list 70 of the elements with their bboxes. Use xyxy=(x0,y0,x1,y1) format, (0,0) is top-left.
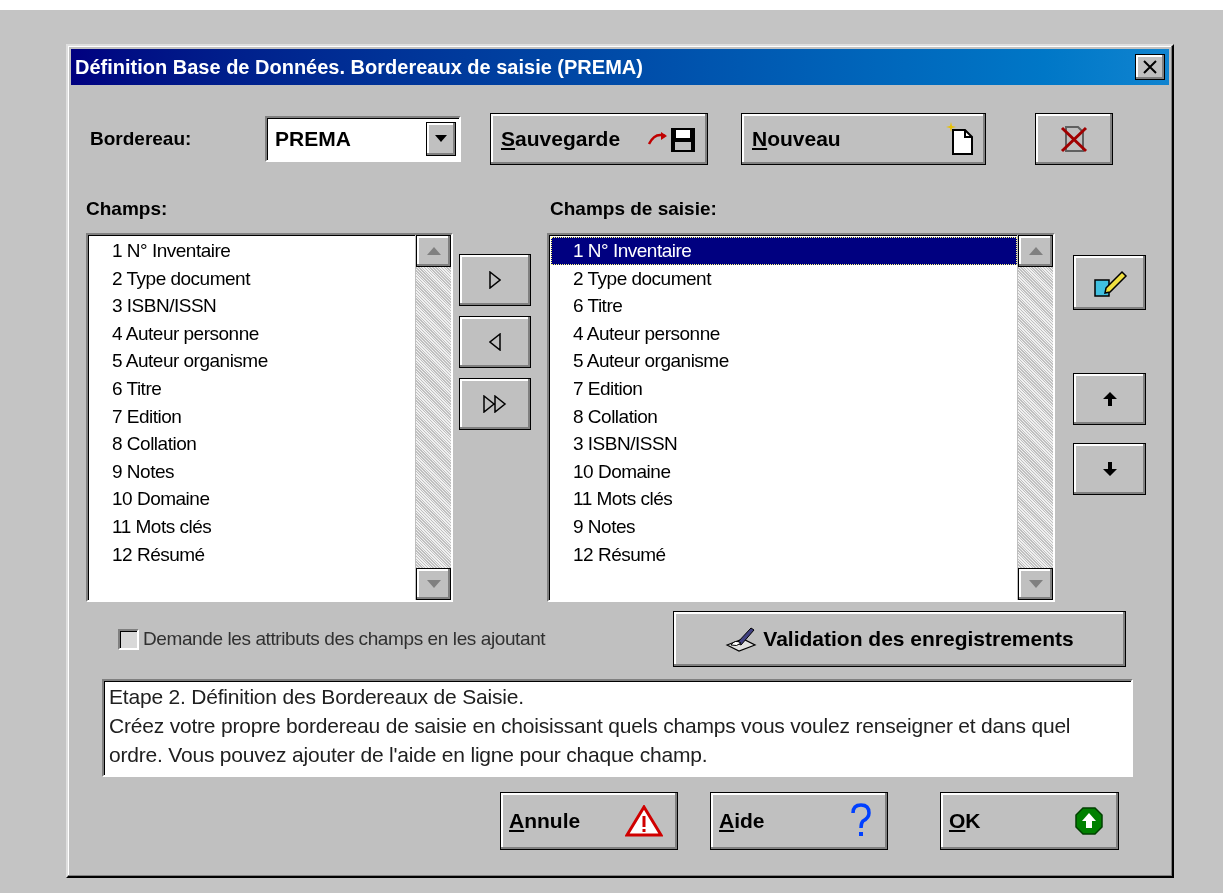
list-item[interactable]: 12 Résumé xyxy=(551,540,1017,569)
cancel-button[interactable]: Annule xyxy=(500,792,678,850)
description-title: Etape 2. Définition des Bordereaux de Saisie. xyxy=(109,684,525,710)
scroll-up-button[interactable] xyxy=(416,235,451,267)
list-item[interactable]: 9 Notes xyxy=(90,457,415,486)
list-item[interactable]: 1 N° Inventaire xyxy=(551,237,1017,265)
help-button[interactable]: Aide xyxy=(710,792,888,850)
scroll-up-button[interactable] xyxy=(1018,235,1053,267)
list-item[interactable]: 7 Edition xyxy=(551,374,1017,403)
scrollbar[interactable] xyxy=(415,235,451,600)
list-item[interactable]: 2 Type document xyxy=(551,264,1017,293)
list-item[interactable]: 8 Collation xyxy=(551,402,1017,431)
scroll-down-button[interactable] xyxy=(416,568,451,600)
list-item[interactable]: 3 ISBN/ISSN xyxy=(90,292,415,320)
delete-document-icon xyxy=(1059,124,1089,154)
dropdown-button[interactable] xyxy=(426,122,456,156)
list-item[interactable]: 12 Résumé xyxy=(90,540,415,569)
list-item[interactable]: 4 Auteur personne xyxy=(90,319,415,348)
up-triangle-icon xyxy=(1028,247,1043,255)
list-item[interactable]: 1 N° Inventaire xyxy=(90,237,415,265)
new-document-icon xyxy=(945,122,975,156)
list-item[interactable]: 9 Notes xyxy=(551,512,1017,541)
list-item[interactable]: 5 Auteur organisme xyxy=(551,347,1017,375)
list-item[interactable]: 3 ISBN/ISSN xyxy=(551,430,1017,458)
ok-button[interactable]: OK xyxy=(940,792,1119,850)
list-item[interactable]: 5 Auteur organisme xyxy=(90,347,415,375)
list-item[interactable]: 8 Collation xyxy=(90,430,415,458)
add-all-button[interactable] xyxy=(459,378,531,430)
move-down-button[interactable] xyxy=(1073,443,1146,495)
close-icon xyxy=(1143,60,1157,74)
down-triangle-icon xyxy=(1028,580,1043,588)
right-triangle-icon xyxy=(489,271,501,289)
list-item[interactable]: 6 Titre xyxy=(551,292,1017,320)
bordereau-label: Bordereau: xyxy=(90,126,193,151)
add-button[interactable] xyxy=(459,254,531,306)
close-button[interactable] xyxy=(1135,54,1165,80)
down-triangle-icon xyxy=(426,580,441,588)
down-arrow-icon xyxy=(1101,461,1118,477)
warning-icon xyxy=(625,805,663,837)
checkbox-label: Demande les attributs des champs en les ajoutant xyxy=(143,626,547,651)
list-item[interactable]: 11 Mots clés xyxy=(90,512,415,541)
save-button[interactable]: Sauvegarde xyxy=(490,113,708,165)
list-item[interactable]: 6 Titre xyxy=(90,374,415,403)
help-icon xyxy=(849,803,873,839)
bordereau-dropdown[interactable]: PREMA xyxy=(265,116,461,162)
caret-icon xyxy=(435,135,447,143)
list-item[interactable]: 10 Domaine xyxy=(551,457,1017,486)
up-arrow-icon xyxy=(1101,391,1118,407)
move-up-button[interactable] xyxy=(1073,373,1146,425)
description-text: Créez votre propre bordereau de saisie en choisissant quels champs vous voulez renseigner et dans quel ordre. Vous pouvez ajouter de l'aide en ligne pour chaque champ. xyxy=(109,713,1072,768)
validation-button[interactable]: Validation des enregistrements xyxy=(673,611,1126,667)
edit-button[interactable] xyxy=(1073,255,1146,310)
scroll-down-button[interactable] xyxy=(1018,568,1053,600)
left-triangle-icon xyxy=(489,333,501,351)
list-item[interactable]: 7 Edition xyxy=(90,402,415,431)
list-item[interactable]: 2 Type document xyxy=(90,264,415,293)
double-triangle-icon xyxy=(483,395,507,413)
attributes-checkbox[interactable] xyxy=(118,628,139,650)
list-item[interactable]: 4 Auteur personne xyxy=(551,319,1017,348)
up-triangle-icon xyxy=(426,247,441,255)
remove-button[interactable] xyxy=(459,316,531,368)
octagon-up-arrow-icon xyxy=(1074,806,1104,836)
fields-label: Champs: xyxy=(86,197,169,222)
scrollbar[interactable] xyxy=(1017,235,1053,600)
entry-fields-label: Champs de saisie: xyxy=(550,197,717,222)
window-title: Définition Base de Données. Bordereaux de saisie (PREMA) xyxy=(75,55,643,80)
delete-button[interactable] xyxy=(1035,113,1113,165)
list-item[interactable]: 11 Mots clés xyxy=(551,485,1017,513)
list-item[interactable]: 10 Domaine xyxy=(90,485,415,513)
new-button[interactable]: Nouveau xyxy=(741,113,986,165)
